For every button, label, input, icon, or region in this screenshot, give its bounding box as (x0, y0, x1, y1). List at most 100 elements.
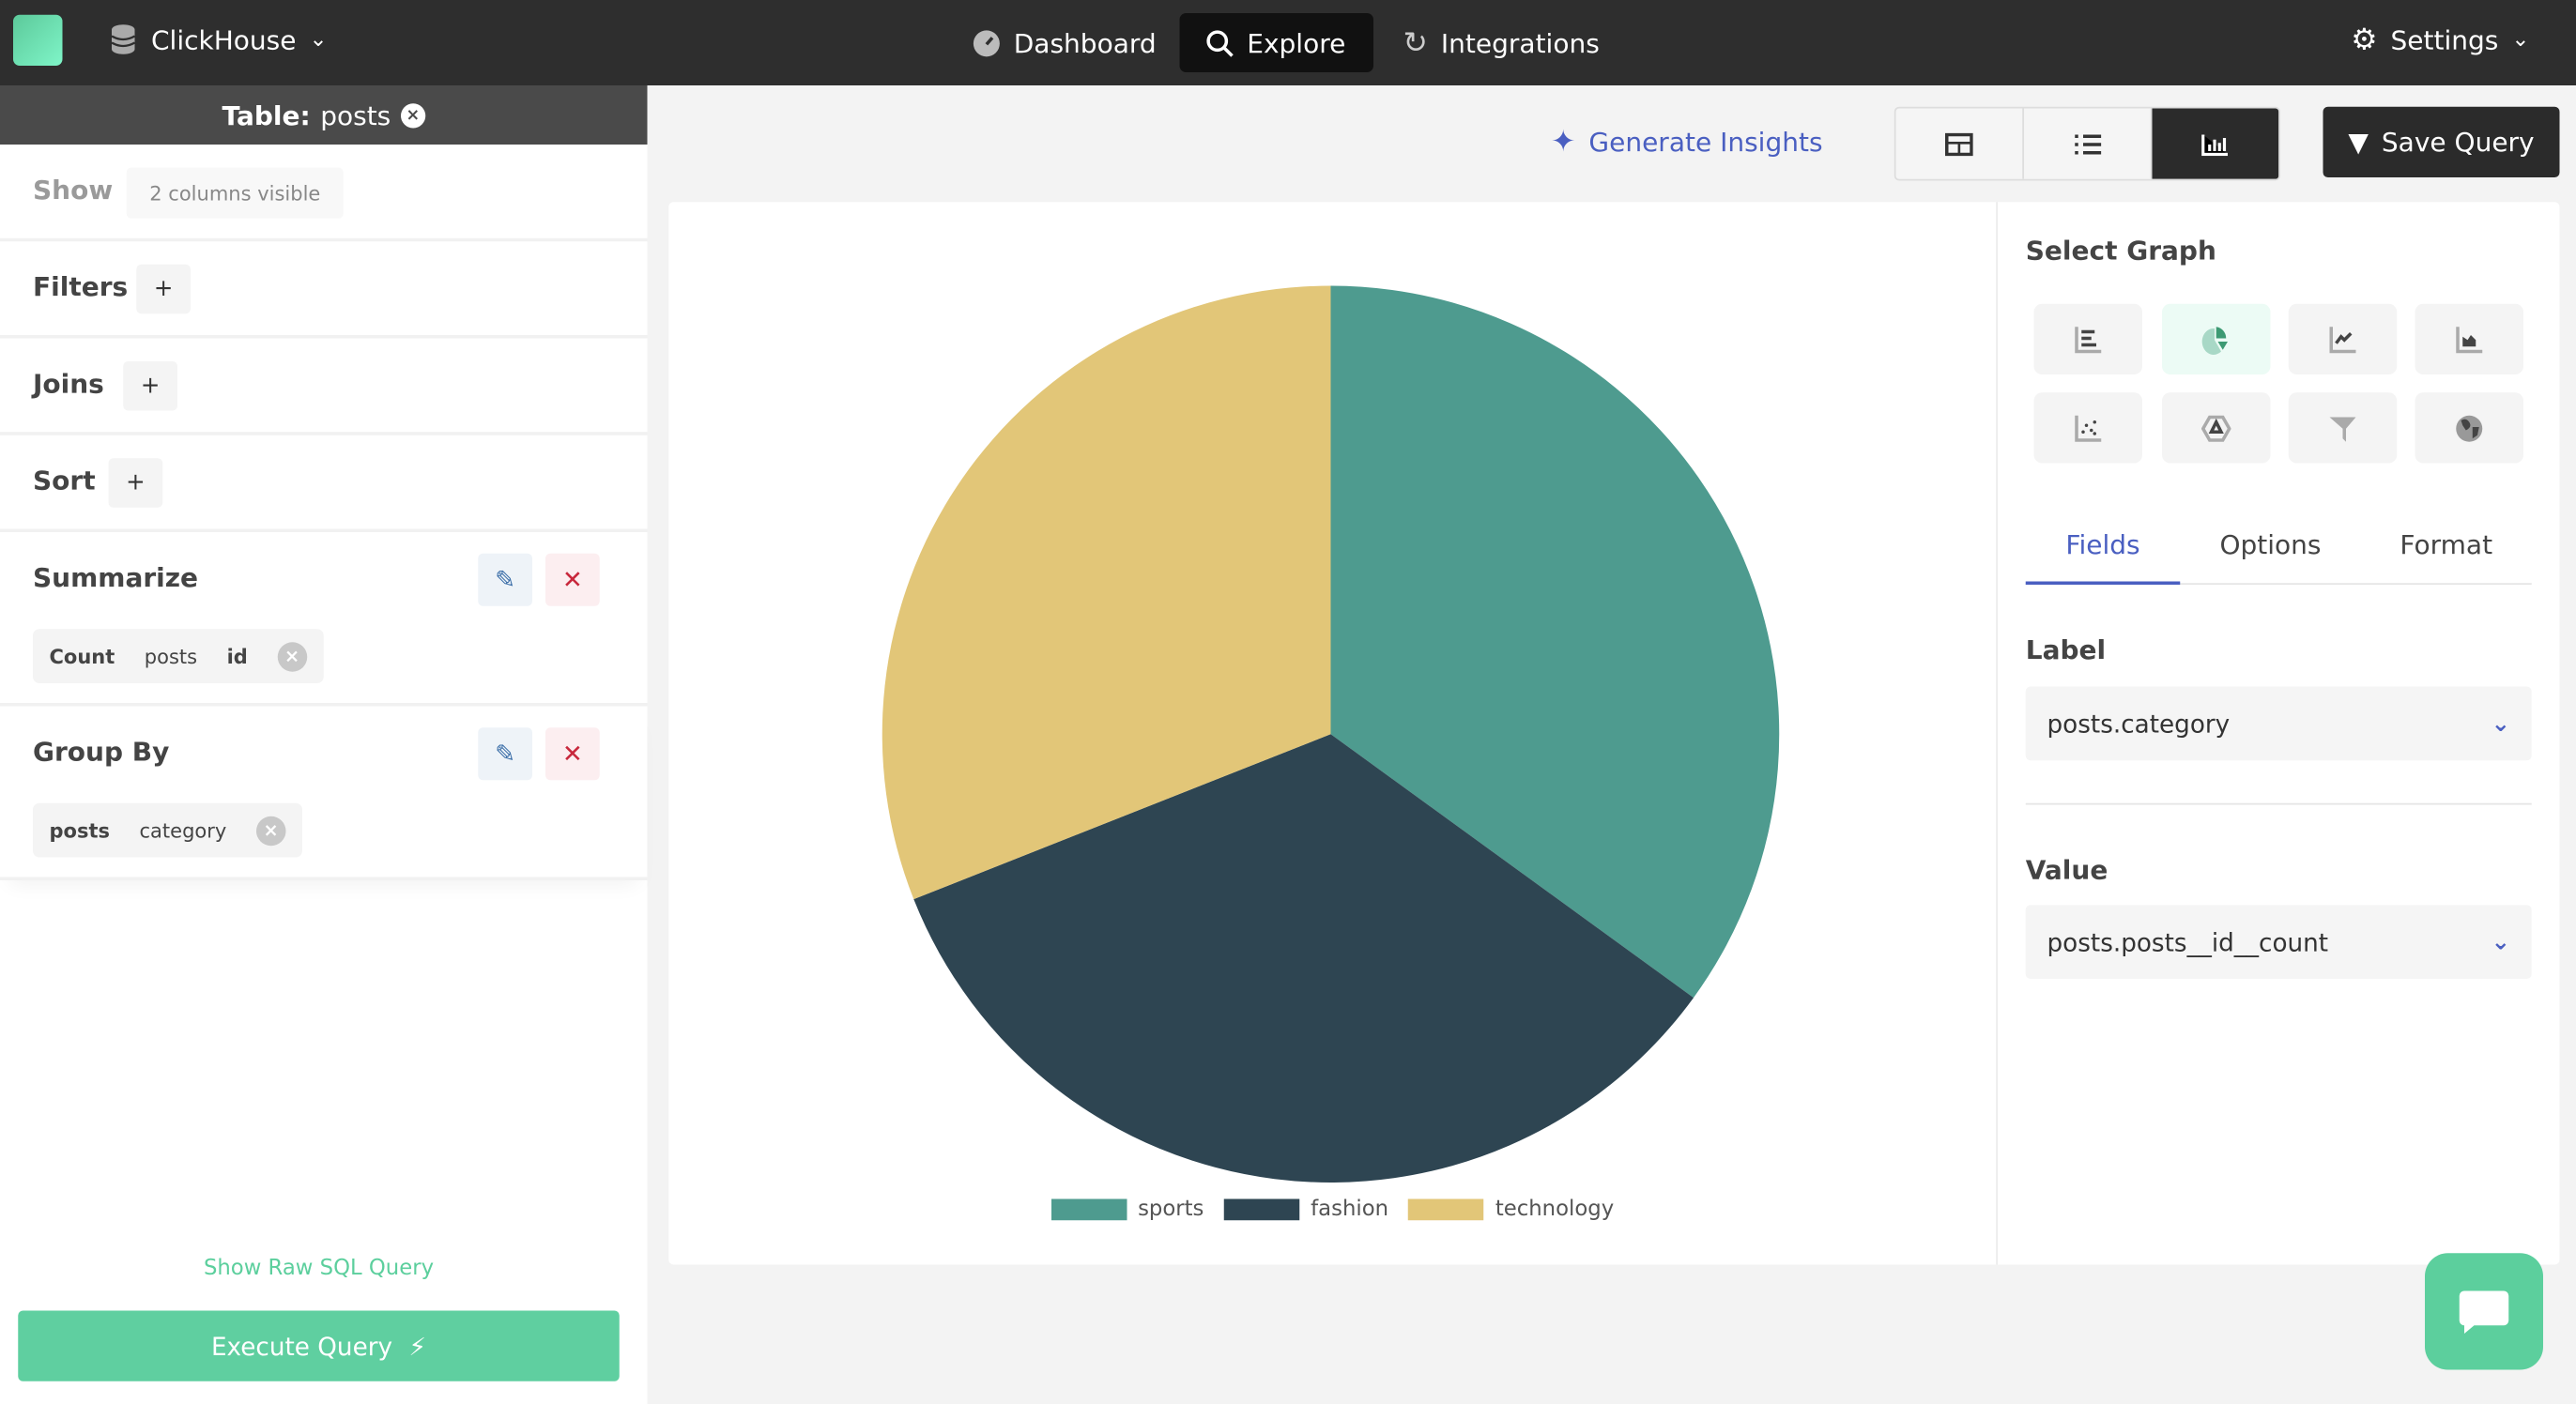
divider (2025, 802, 2532, 805)
nav-integrations[interactable]: ↻ Integrations (1377, 13, 1626, 72)
remove-chip-icon[interactable]: × (277, 641, 307, 671)
delete-summarize-button[interactable]: ✕ (545, 553, 600, 606)
summarize-title: Summarize (33, 561, 199, 593)
joins-title: Joins (33, 368, 104, 400)
tab-fields[interactable]: Fields (2025, 529, 2181, 585)
select-graph-title: Select Graph (2025, 235, 2216, 267)
legend-swatch (1223, 1198, 1299, 1221)
chevron-down-icon: ⌄ (2491, 928, 2510, 955)
settings-menu[interactable]: ⚙ Settings ⌄ (2351, 23, 2529, 58)
legend-label: sports (1138, 1197, 1204, 1222)
view-toggle (1894, 106, 2280, 181)
datasource-selector[interactable]: ClickHouse ⌄ (109, 23, 328, 56)
summarize-section: Summarize ✎ ✕ Count posts id × (0, 532, 648, 707)
graph-funnel-button[interactable] (2288, 392, 2398, 464)
graph-radar-button[interactable] (2162, 392, 2271, 464)
nav-explore[interactable]: Explore (1179, 13, 1373, 72)
chip-column: category (139, 818, 227, 842)
legend-label: fashion (1311, 1197, 1389, 1222)
value-select[interactable]: posts.posts__id__count ⌄ (2025, 905, 2532, 979)
nav-explore-label: Explore (1247, 26, 1346, 59)
chip-table: posts (144, 644, 198, 668)
table-view-button[interactable] (1896, 108, 2024, 179)
datasource-name: ClickHouse (151, 23, 297, 55)
sort-title: Sort (33, 465, 96, 496)
graph-area-button[interactable] (2415, 303, 2523, 374)
save-query-label: Save Query (2381, 126, 2535, 158)
list-view-button[interactable] (2024, 108, 2153, 179)
chip-table: posts (49, 818, 111, 842)
graph-pie-button[interactable] (2162, 303, 2271, 374)
legend-item-technology[interactable]: technology (1408, 1198, 1614, 1222)
filters-section: Filters + (0, 241, 648, 339)
table-icon (1945, 131, 1973, 156)
label-select-value: posts.category (2047, 709, 2231, 739)
app-logo[interactable] (13, 14, 63, 66)
save-query-button[interactable]: ▼ Save Query (2323, 106, 2560, 177)
add-sort-button[interactable]: + (108, 458, 163, 508)
graph-bar-button[interactable] (2033, 303, 2142, 374)
sort-section: Sort + (0, 435, 648, 532)
chevron-down-icon: ⌄ (2491, 710, 2510, 737)
settings-label: Settings (2390, 24, 2499, 56)
legend-item-fashion[interactable]: fashion (1223, 1198, 1388, 1222)
search-icon (1206, 29, 1234, 56)
nav-dashboard-label: Dashboard (1013, 26, 1157, 59)
value-select-value: posts.posts__id__count (2047, 926, 2329, 957)
chart-view-button[interactable] (2152, 108, 2279, 179)
show-title: Show (33, 174, 114, 206)
radar-chart-icon (2201, 414, 2231, 441)
sparkle-icon: ✦ (1551, 125, 1576, 160)
graph-line-button[interactable] (2288, 303, 2398, 374)
chevron-down-icon: ⌄ (309, 26, 328, 53)
pie-chart (882, 285, 1780, 1183)
execute-query-button[interactable]: Execute Query ⚡︎ (18, 1310, 620, 1381)
lightning-icon: ⚡︎ (408, 1331, 427, 1361)
legend-swatch (1050, 1198, 1127, 1221)
edit-group-by-button[interactable]: ✎ (478, 727, 532, 781)
tab-options[interactable]: Options (2193, 529, 2348, 560)
group-by-section: Group By ✎ ✕ posts category × (0, 707, 648, 880)
label-field-title: Label (2025, 633, 2107, 665)
chat-bubble-icon (2459, 1290, 2509, 1334)
legend-item-sports[interactable]: sports (1050, 1198, 1204, 1222)
legend-swatch (1408, 1198, 1484, 1221)
chip-column: id (226, 644, 248, 668)
graph-scatter-button[interactable] (2033, 392, 2142, 464)
filters-title: Filters (33, 270, 129, 302)
generate-insights-label: Generate Insights (1588, 126, 1823, 158)
remove-chip-icon[interactable]: × (255, 815, 286, 846)
refresh-icon: ↻ (1403, 25, 1428, 60)
area-chart-icon (2456, 326, 2483, 353)
show-section: Show 2 columns visible (0, 145, 648, 242)
group-by-chip[interactable]: posts category × (33, 802, 302, 858)
summarize-chip[interactable]: Count posts id × (33, 629, 324, 683)
close-table-icon[interactable]: × (400, 102, 426, 128)
bar-chart-icon (2201, 133, 2228, 156)
graph-map-button[interactable] (2415, 392, 2523, 464)
filter-icon: ▼ (2348, 126, 2369, 158)
add-join-button[interactable]: + (123, 361, 177, 411)
query-builder-sidebar: Table: posts × Show 2 columns visible Fi… (0, 85, 648, 1404)
label-select[interactable]: posts.category ⌄ (2025, 686, 2532, 761)
generate-insights-button[interactable]: ✦ Generate Insights (1551, 125, 1823, 160)
edit-summarize-button[interactable]: ✎ (478, 553, 532, 606)
divider (1996, 202, 1998, 1265)
nav-integrations-label: Integrations (1440, 26, 1600, 59)
chip-aggregation: Count (49, 644, 115, 668)
chat-button[interactable] (2425, 1253, 2543, 1370)
table-header: Table: posts × (0, 85, 648, 145)
value-field-title: Value (2025, 854, 2108, 886)
columns-visible-button[interactable]: 2 columns visible (126, 167, 344, 219)
show-raw-sql-link[interactable]: Show Raw SQL Query (0, 1257, 637, 1281)
delete-group-by-button[interactable]: ✕ (545, 727, 600, 781)
gear-icon: ⚙ (2351, 23, 2378, 58)
nav-dashboard[interactable]: Dashboard (946, 13, 1183, 72)
joins-section: Joins + (0, 339, 648, 435)
horizontal-bar-chart-icon (2075, 326, 2102, 353)
group-by-title: Group By (33, 736, 170, 768)
tab-format[interactable]: Format (2369, 529, 2524, 560)
database-icon (111, 24, 136, 54)
funnel-icon (2329, 416, 2356, 441)
add-filter-button[interactable]: + (136, 264, 191, 314)
